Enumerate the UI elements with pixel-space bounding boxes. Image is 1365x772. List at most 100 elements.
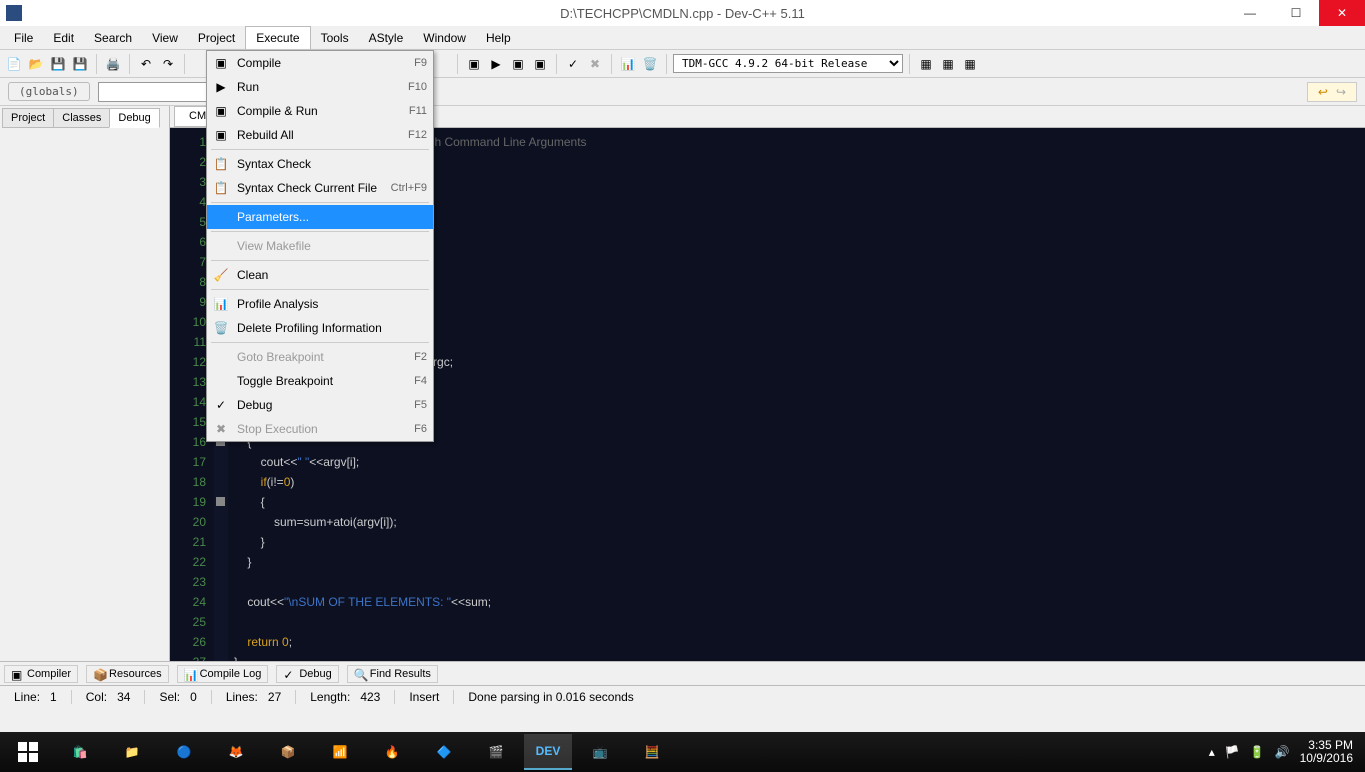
syntax-icon: 📋 [213,180,229,196]
sidebar: ProjectClassesDebug [0,106,170,661]
menu-edit[interactable]: Edit [43,27,84,49]
menu-item-clean[interactable]: 🧹Clean [207,263,433,287]
task-wifi[interactable]: 📶 [316,734,364,770]
close-button[interactable]: ✕ [1319,0,1365,26]
menu-search[interactable]: Search [84,27,142,49]
task-chrome[interactable]: 🔵 [160,734,208,770]
task-app5[interactable]: 📺 [576,734,624,770]
sidetab-debug[interactable]: Debug [109,108,159,128]
stop-icon: ✖ [213,421,229,437]
start-button[interactable] [4,734,52,770]
menu-item-stop-execution: ✖Stop ExecutionF6 [207,417,433,441]
blank-icon [213,209,229,225]
menu-item-toggle-breakpoint[interactable]: Toggle BreakpointF4 [207,369,433,393]
task-app2[interactable]: 🔥 [368,734,416,770]
menu-item-delete-profiling-information[interactable]: 🗑️Delete Profiling Information [207,316,433,340]
menu-item-syntax-check[interactable]: 📋Syntax Check [207,152,433,176]
blank-icon [213,373,229,389]
open-icon[interactable]: 📂 [26,54,46,74]
task-store[interactable]: 🛍️ [56,734,104,770]
output-tabs: ▣Compiler 📦Resources 📊Compile Log ✓Debug 🔍Fi… [0,661,1365,685]
nav-back-icon[interactable]: ↩ [1318,85,1328,99]
stop-icon[interactable]: ✖ [585,54,605,74]
globals-combo[interactable]: (globals) [8,82,90,101]
menu-project[interactable]: Project [188,27,245,49]
tray-clock[interactable]: 3:35 PM10/9/2016 [1300,739,1353,765]
print-icon[interactable]: 🖨️ [103,54,123,74]
menu-item-compile-run[interactable]: ▣Compile & RunF11 [207,99,433,123]
tool-a-icon[interactable]: ▦ [916,54,936,74]
execute-menu-dropdown: ▣CompileF9▶RunF10▣Compile & RunF11▣Rebui… [206,50,434,442]
menu-item-debug[interactable]: ✓DebugF5 [207,393,433,417]
compile-icon[interactable]: ▣ [464,54,484,74]
task-explorer[interactable]: 📁 [108,734,156,770]
system-tray[interactable]: ▴ 🏳️ 🔋 🔊 3:35 PM10/9/2016 [1209,739,1361,765]
menu-astyle[interactable]: AStyle [359,27,414,49]
menu-item-parameters-[interactable]: Parameters... [207,205,433,229]
task-calc[interactable]: 🧮 [628,734,676,770]
menu-item-profile-analysis[interactable]: 📊Profile Analysis [207,292,433,316]
profile-icon[interactable]: 📊 [618,54,638,74]
bottomtab-compile-log[interactable]: 📊Compile Log [177,665,269,683]
tray-vol-icon[interactable]: 🔊 [1275,745,1290,759]
minimize-button[interactable]: — [1227,0,1273,26]
menu-item-compile[interactable]: ▣CompileF9 [207,51,433,75]
bottomtab-resources[interactable]: 📦Resources [86,665,169,683]
titlebar: D:\TECHCPP\CMDLN.cpp - Dev-C++ 5.11 — ☐ … [0,0,1365,26]
task-app3[interactable]: 🔷 [420,734,468,770]
sidetab-project[interactable]: Project [2,108,54,128]
debug-icon[interactable]: ✓ [563,54,583,74]
compile log-icon: 📊 [184,668,196,680]
delprofile-icon[interactable]: 🗑️ [640,54,660,74]
find results-icon: 🔍 [354,668,366,680]
compiler-select[interactable]: TDM-GCC 4.9.2 64-bit Release [673,54,903,73]
task-app4[interactable]: 🎬 [472,734,520,770]
menu-view[interactable]: View [142,27,188,49]
window-title: D:\TECHCPP\CMDLN.cpp - Dev-C++ 5.11 [560,6,805,21]
app-icon [6,5,22,21]
statusbar: Line: 1 Col: 34 Sel: 0 Lines: 27 Length:… [0,685,1365,707]
tool-b-icon[interactable]: ▦ [938,54,958,74]
save-icon[interactable]: 💾 [48,54,68,74]
undo-icon[interactable]: ↶ [136,54,156,74]
task-app1[interactable]: 📦 [264,734,312,770]
compile-icon: ▣ [213,55,229,71]
run-icon[interactable]: ▶ [486,54,506,74]
compilerun-icon[interactable]: ▣ [508,54,528,74]
menu-item-rebuild-all[interactable]: ▣Rebuild AllF12 [207,123,433,147]
tray-flag-icon[interactable]: 🏳️ [1225,745,1240,759]
menu-tools[interactable]: Tools [311,27,359,49]
tray-up-icon[interactable]: ▴ [1209,745,1215,759]
menu-file[interactable]: File [4,27,43,49]
sidetab-classes[interactable]: Classes [53,108,110,128]
menu-item-syntax-check-current-file[interactable]: 📋Syntax Check Current FileCtrl+F9 [207,176,433,200]
saveall-icon[interactable]: 💾 [70,54,90,74]
tray-battery-icon[interactable]: 🔋 [1250,745,1265,759]
bottomtab-debug[interactable]: ✓Debug [276,665,338,683]
compilerun-icon: ▣ [213,103,229,119]
bottomtab-compiler[interactable]: ▣Compiler [4,665,78,683]
blank-icon [213,238,229,254]
menu-item-run[interactable]: ▶RunF10 [207,75,433,99]
menu-item-view-makefile: View Makefile [207,234,433,258]
menubar: FileEditSearchViewProjectExecuteToolsASt… [0,26,1365,50]
bottomtab-find-results[interactable]: 🔍Find Results [347,665,438,683]
toolbar-primary: 📄 📂 💾 💾 🖨️ ↶ ↷ ▣ ▶ ▣ ▣ ✓ ✖ 📊 🗑️ TDM-GCC … [0,50,1365,78]
menu-help[interactable]: Help [476,27,521,49]
redo-icon[interactable]: ↷ [158,54,178,74]
maximize-button[interactable]: ☐ [1273,0,1319,26]
toolbar-secondary: (globals) ↩ ↪ [0,78,1365,106]
compiler-icon: ▣ [11,668,23,680]
menu-item-goto-breakpoint: Goto BreakpointF2 [207,345,433,369]
task-firefox[interactable]: 🦊 [212,734,260,770]
rebuild-icon[interactable]: ▣ [530,54,550,74]
blank-icon [213,349,229,365]
new-file-icon[interactable]: 📄 [4,54,24,74]
menu-window[interactable]: Window [413,27,476,49]
menu-execute[interactable]: Execute [245,26,310,49]
task-devcpp[interactable]: DEV [524,734,572,770]
tool-c-icon[interactable]: ▦ [960,54,980,74]
resources-icon: 📦 [93,668,105,680]
nav-fwd-icon[interactable]: ↪ [1336,85,1346,99]
windows-taskbar: 🛍️ 📁 🔵 🦊 📦 📶 🔥 🔷 🎬 DEV 📺 🧮 ▴ 🏳️ 🔋 🔊 3:35… [0,732,1365,772]
